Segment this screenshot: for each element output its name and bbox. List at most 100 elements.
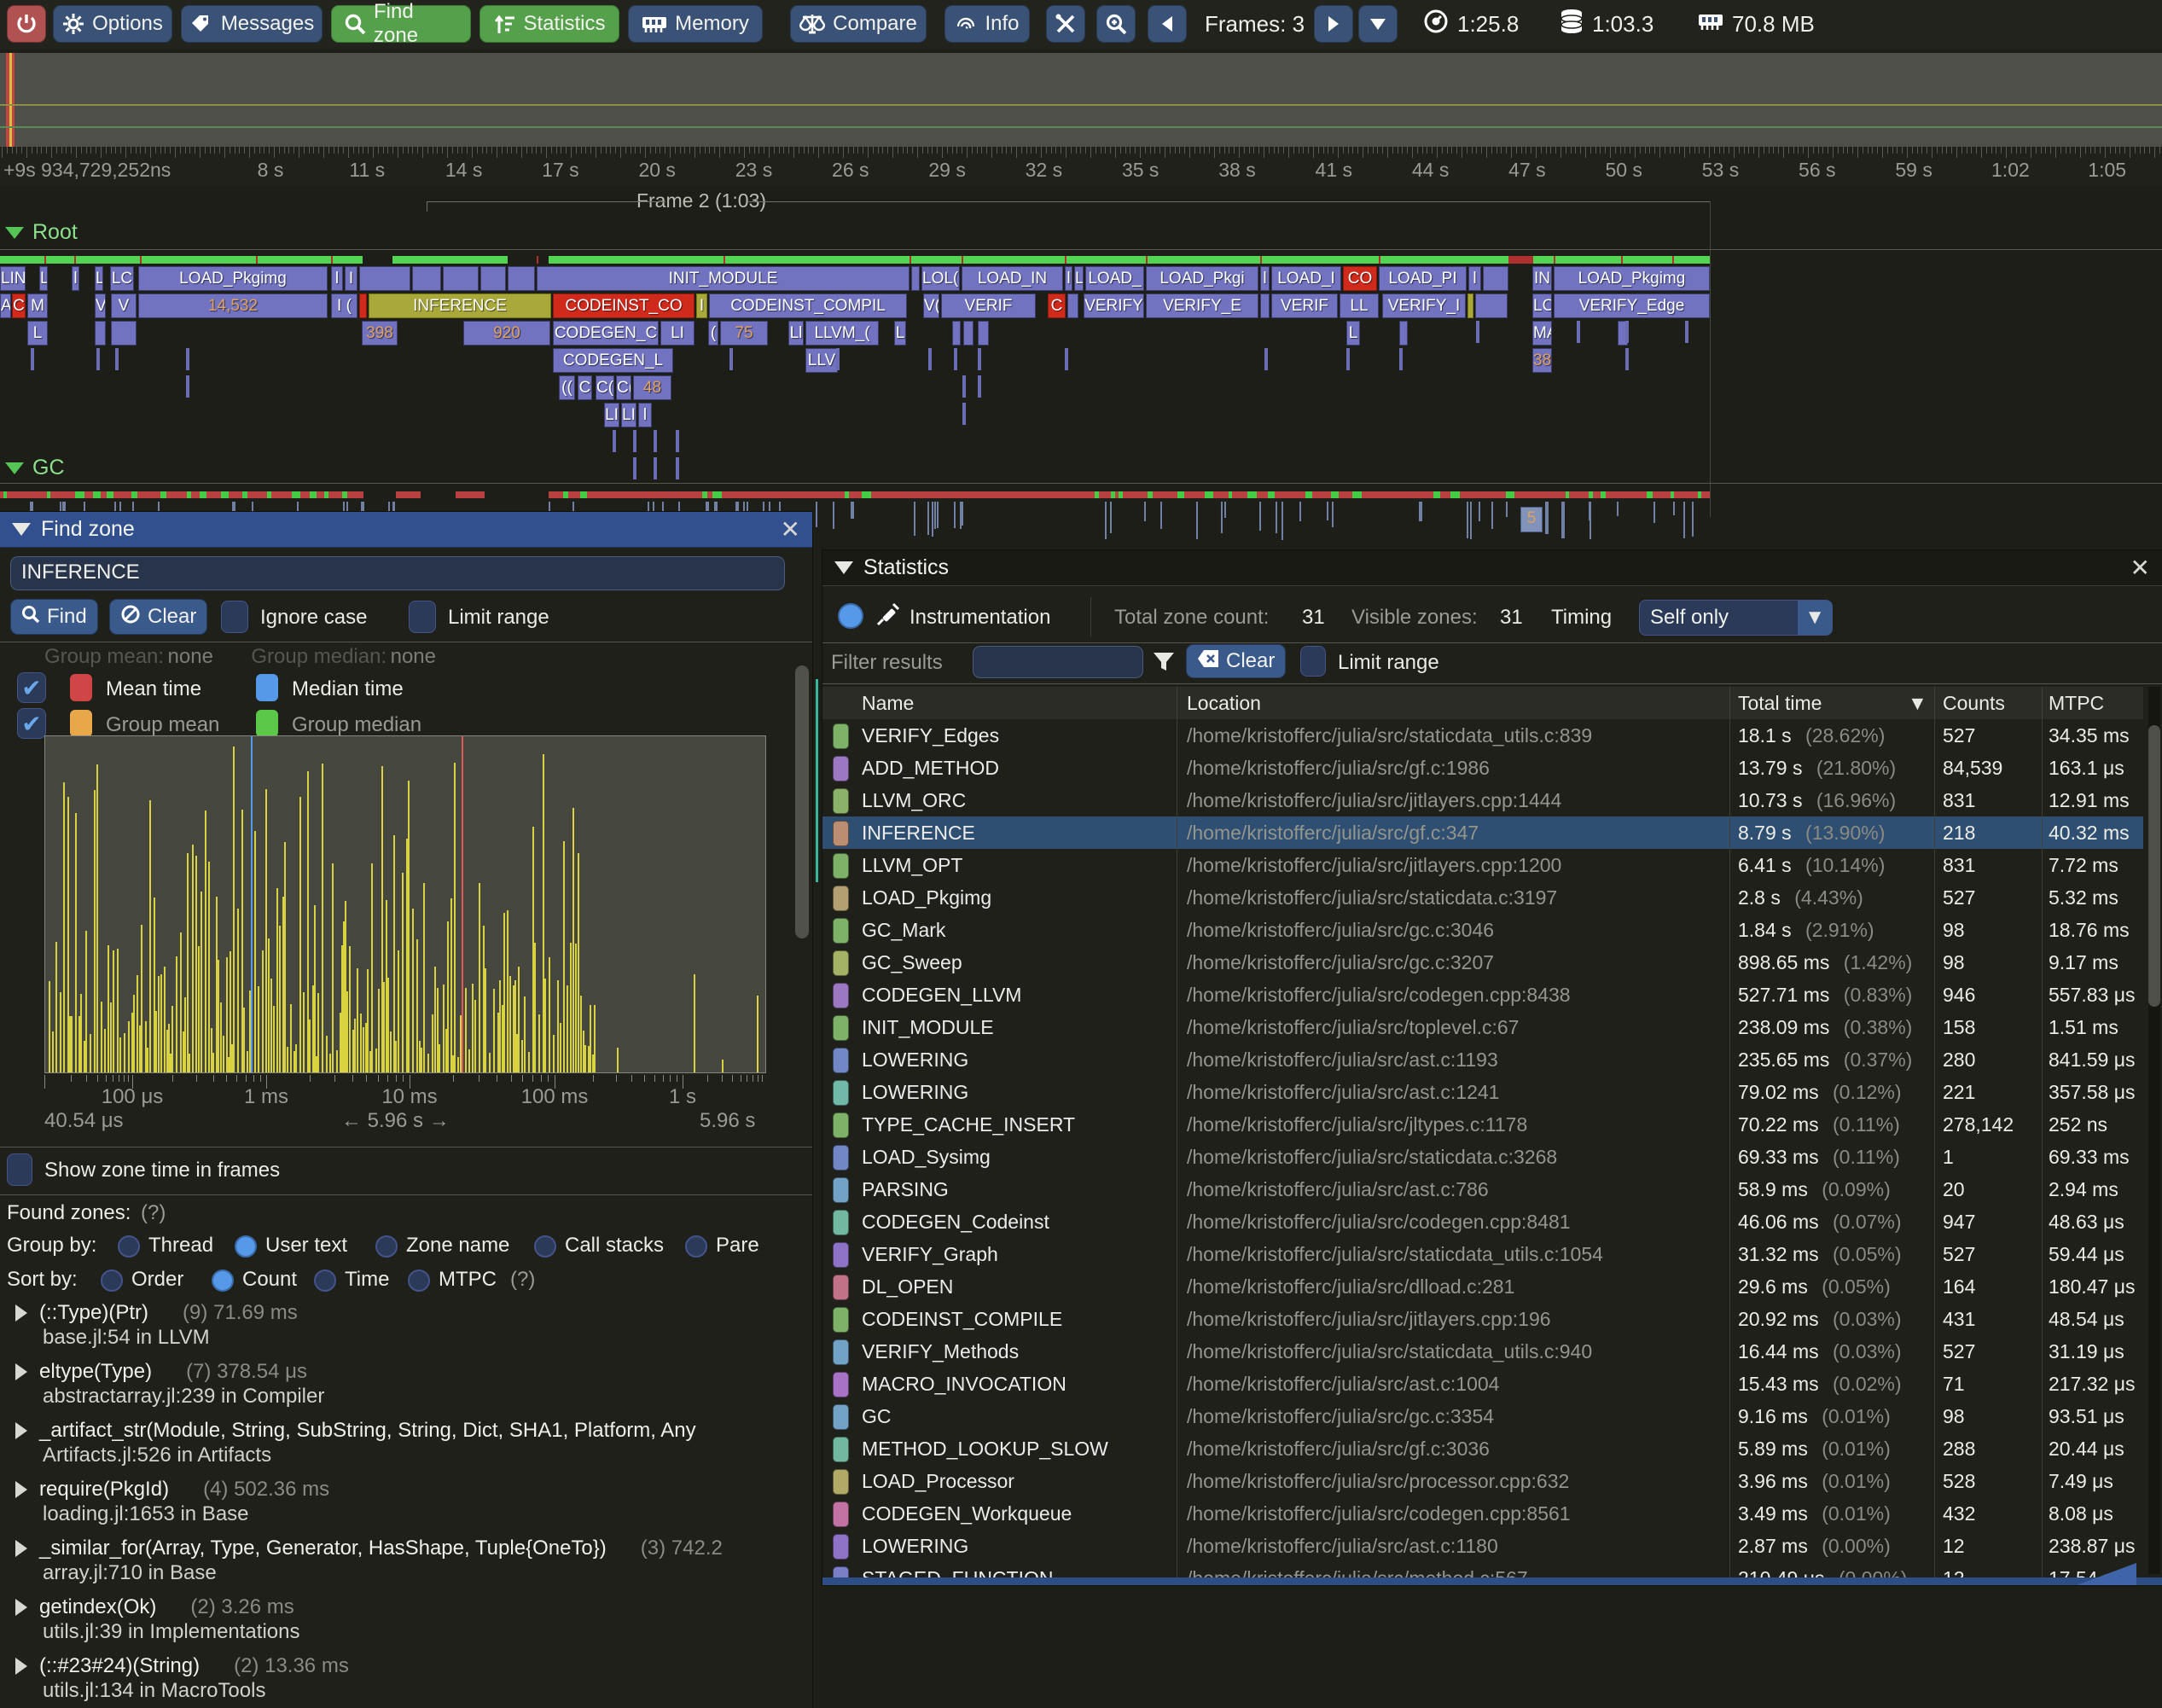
timing-dropdown[interactable]: Self only ▼ bbox=[1639, 600, 1833, 636]
timeline-zone[interactable]: l bbox=[1065, 266, 1072, 291]
close-icon[interactable]: ✕ bbox=[781, 515, 800, 543]
timeline-zone[interactable]: LI bbox=[660, 321, 695, 346]
help-hint[interactable]: (?) bbox=[141, 1201, 166, 1225]
frame-bar-slow[interactable] bbox=[1508, 256, 1533, 264]
show-frames-checkbox[interactable] bbox=[7, 1153, 32, 1186]
legend-checkbox[interactable]: ✔ bbox=[17, 672, 46, 703]
timeline-zone[interactable]: l bbox=[1260, 266, 1270, 291]
radio-mtpc[interactable] bbox=[408, 1269, 430, 1292]
gc-zone-tick[interactable] bbox=[962, 502, 963, 526]
gc-zone-tick[interactable] bbox=[1506, 502, 1508, 517]
gc-zone-tick[interactable] bbox=[1276, 502, 1277, 533]
find-zone-titlebar[interactable]: Find zone ✕ bbox=[0, 512, 812, 548]
frame-overview-band[interactable] bbox=[0, 53, 2162, 147]
timeline-zone[interactable]: CODEGEN_L bbox=[553, 348, 673, 373]
ignore-case-checkbox[interactable] bbox=[221, 601, 248, 633]
column-divider[interactable] bbox=[2042, 687, 2043, 1577]
gc-zone-tick[interactable] bbox=[1617, 502, 1619, 516]
timeline-zone[interactable]: LLVM_( bbox=[805, 321, 879, 346]
timeline-zone[interactable]: 48 bbox=[633, 375, 671, 400]
gc-zone-tick[interactable] bbox=[1105, 502, 1107, 539]
legend-checkbox[interactable]: ✔ bbox=[17, 708, 46, 739]
timeline-zone[interactable]: VERIF bbox=[1271, 293, 1338, 318]
stats-clear-button[interactable]: Clear bbox=[1186, 644, 1286, 678]
column-header-counts[interactable]: Counts bbox=[1943, 687, 2005, 719]
gc-zone-tick[interactable] bbox=[1467, 502, 1468, 538]
gc-zone-tick[interactable] bbox=[937, 502, 939, 528]
statistics-titlebar[interactable]: Statistics ✕ bbox=[822, 550, 2162, 586]
options-button[interactable]: Options bbox=[53, 5, 172, 43]
timeline-zone[interactable]: V bbox=[95, 293, 106, 318]
timeline-zone[interactable]: LOAD_PI bbox=[1379, 266, 1467, 291]
legend-color-swatch[interactable] bbox=[256, 710, 278, 737]
timeline-zone[interactable] bbox=[911, 266, 920, 291]
stats-table-row[interactable]: LOAD_Pkgimg/home/kristofferc/julia/src/s… bbox=[822, 881, 2143, 914]
timeline-zone[interactable] bbox=[1067, 293, 1078, 318]
gc-zone-tick[interactable] bbox=[1259, 502, 1261, 531]
found-zone-item[interactable]: getindex(Ok)(2) 3.26 msutils.jl:39 in Im… bbox=[0, 1595, 802, 1646]
timeline-zone[interactable] bbox=[952, 321, 961, 346]
frame-bar[interactable] bbox=[549, 256, 1508, 264]
histogram-range-label[interactable]: ← 5.96 s → bbox=[341, 1109, 450, 1133]
timeline-zone[interactable]: C bbox=[578, 375, 592, 400]
stats-table-row[interactable]: GC_Sweep/home/kristofferc/julia/src/gc.c… bbox=[822, 946, 2143, 979]
expand-arrow-icon[interactable] bbox=[15, 1658, 27, 1675]
frame-bar[interactable] bbox=[392, 256, 508, 264]
timeline-zone[interactable]: l bbox=[638, 403, 652, 427]
timeline-zone[interactable]: 398 bbox=[362, 321, 398, 346]
timeline-zone[interactable]: LL bbox=[1340, 293, 1379, 318]
gc-bar[interactable] bbox=[396, 491, 421, 498]
gc-bar[interactable] bbox=[549, 491, 1710, 498]
gc-zone-tick[interactable] bbox=[1491, 502, 1493, 529]
frame-bar[interactable] bbox=[0, 256, 363, 264]
radio-thread[interactable] bbox=[118, 1235, 140, 1258]
stats-table-row[interactable]: LLVM_ORC/home/kristofferc/julia/src/jitl… bbox=[822, 784, 2143, 816]
timeline-zone[interactable] bbox=[963, 321, 973, 346]
gc-zone-tick[interactable] bbox=[851, 502, 854, 519]
timeline-zone[interactable]: Ll bbox=[788, 321, 804, 346]
gc-zone-tick[interactable] bbox=[1144, 502, 1146, 521]
timeline-zone[interactable] bbox=[359, 293, 367, 318]
gc-zone-tick[interactable] bbox=[1683, 502, 1685, 538]
expand-arrow-icon[interactable] bbox=[15, 1481, 27, 1498]
gc-zone-tick[interactable] bbox=[1224, 502, 1226, 518]
timeline-zone[interactable]: 14,532 bbox=[138, 293, 328, 318]
gc-zone-tick[interactable] bbox=[1282, 502, 1283, 540]
frame-prev-button[interactable] bbox=[1148, 5, 1187, 43]
timeline-zone[interactable]: LOAD_Pkgimg bbox=[1554, 266, 1710, 291]
filter-input[interactable] bbox=[973, 646, 1143, 678]
expand-arrow-icon[interactable] bbox=[15, 1599, 27, 1616]
stats-table-row[interactable]: CODEGEN_Workqueue/home/kristofferc/julia… bbox=[822, 1497, 2143, 1530]
gc-zone-tick[interactable] bbox=[1673, 502, 1675, 515]
legend-color-swatch[interactable] bbox=[70, 674, 92, 701]
stats-table-row[interactable]: GC/home/kristofferc/julia/src/gc.c:33549… bbox=[822, 1400, 2143, 1432]
radio-time[interactable] bbox=[314, 1269, 336, 1292]
timeline-zone[interactable]: l bbox=[72, 266, 79, 291]
gc-zone-tick[interactable] bbox=[1110, 502, 1112, 533]
gc-zone-tick[interactable] bbox=[1589, 502, 1590, 520]
stats-table-row[interactable]: VERIFY_Edges/home/kristofferc/julia/src/… bbox=[822, 719, 2143, 752]
gc-zone-tick[interactable] bbox=[833, 502, 834, 529]
timeline-zone[interactable]: L bbox=[894, 321, 906, 346]
zoom-button[interactable] bbox=[1096, 5, 1136, 43]
stats-table-row[interactable]: LOWERING/home/kristofferc/julia/src/ast.… bbox=[822, 1076, 2143, 1108]
help-hint[interactable]: (?) bbox=[510, 1268, 535, 1292]
stats-table-row[interactable]: LOAD_Processor/home/kristofferc/julia/sr… bbox=[822, 1465, 2143, 1497]
timeline-zone[interactable]: LOAD_ bbox=[1085, 266, 1144, 291]
timeline-zone[interactable]: L bbox=[39, 266, 48, 291]
compare-button[interactable]: Compare bbox=[790, 5, 927, 43]
timeline-zone[interactable]: L bbox=[95, 266, 103, 291]
stats-table-row[interactable]: METHOD_LOOKUP_SLOW/home/kristofferc/juli… bbox=[822, 1432, 2143, 1465]
timeline-zone[interactable]: LI bbox=[621, 403, 636, 427]
timeline-zone[interactable]: V bbox=[111, 293, 137, 318]
stats-table-row-selected[interactable]: INFERENCE/home/kristofferc/julia/src/gf.… bbox=[822, 816, 2143, 849]
stats-table-row[interactable]: INIT_MODULE/home/kristofferc/julia/src/t… bbox=[822, 1011, 2143, 1043]
timeline-zone[interactable]: LO bbox=[1532, 293, 1552, 318]
stats-table-row[interactable]: VERIFY_Graph/home/kristofferc/julia/src/… bbox=[822, 1238, 2143, 1270]
timeline-zone[interactable]: L bbox=[1346, 321, 1360, 346]
timeline-zone[interactable]: M bbox=[27, 293, 48, 318]
gc-zone-tick[interactable] bbox=[1545, 502, 1549, 534]
radio-order[interactable] bbox=[101, 1269, 123, 1292]
timeline-zone[interactable]: 38 bbox=[1532, 348, 1552, 373]
stats-table-header[interactable]: NameLocationTotal timeCountsMTPC▼ bbox=[822, 687, 2143, 719]
